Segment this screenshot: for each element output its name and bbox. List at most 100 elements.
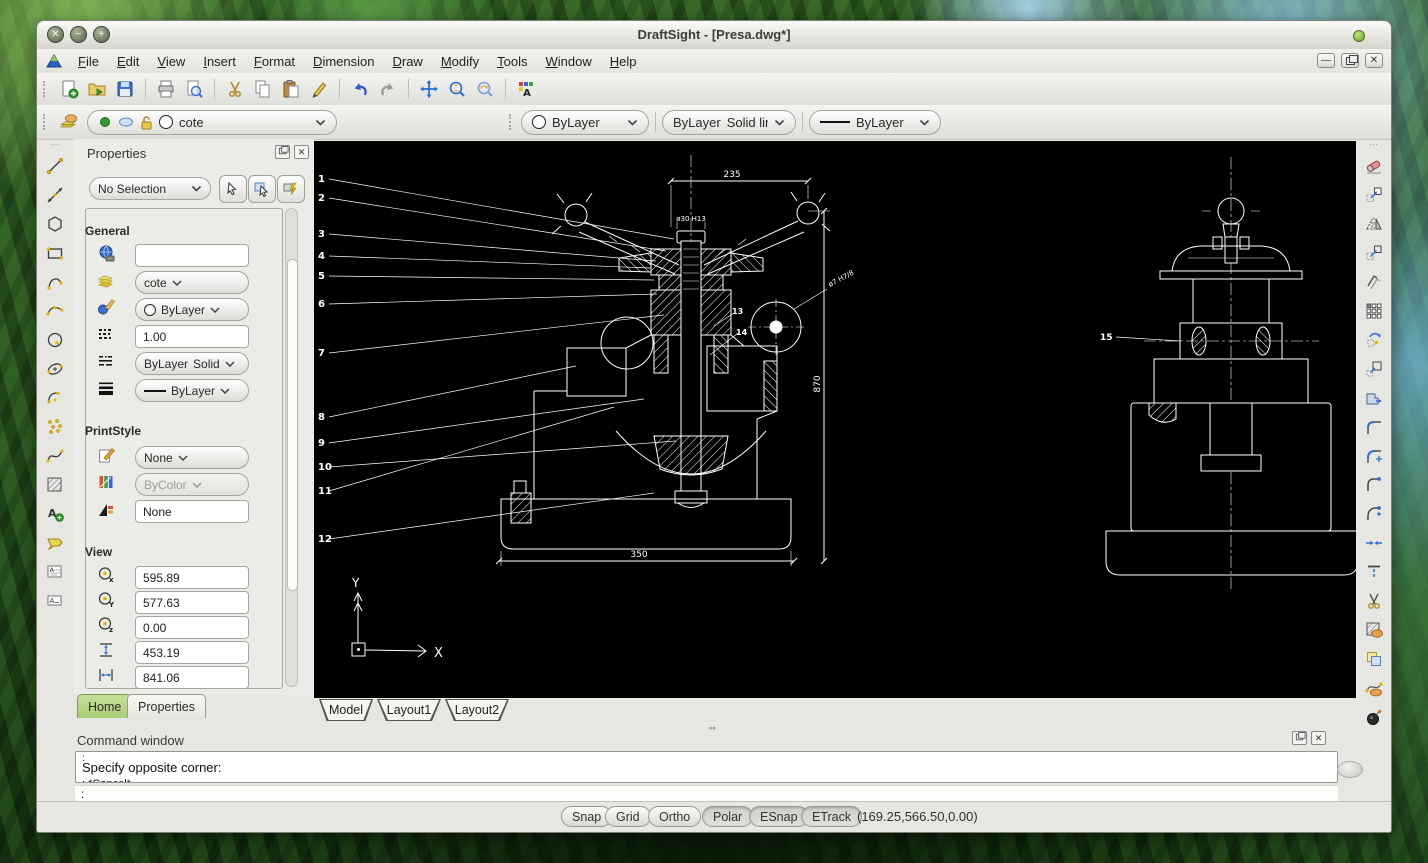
properties-restore-button[interactable]	[275, 145, 290, 159]
ortho-toggle[interactable]: Ortho	[648, 806, 702, 827]
split-tool[interactable]	[1360, 586, 1388, 615]
menu-dimension[interactable]: Dimension	[304, 52, 383, 71]
construction-line-tool[interactable]	[41, 180, 69, 209]
center-x-field[interactable]: 595.89	[135, 566, 249, 589]
scale-tool[interactable]	[1360, 354, 1388, 383]
toolbar-grip[interactable]	[509, 114, 514, 130]
linestyle-combobox[interactable]: ByLayer Solid line	[662, 109, 796, 135]
rectangle-tool[interactable]	[41, 238, 69, 267]
chamfer-angle-tool[interactable]	[1360, 499, 1388, 528]
zoom-previous-button[interactable]	[471, 76, 499, 102]
menu-window[interactable]: Window	[536, 52, 600, 71]
fillet-radius-tool[interactable]	[1360, 441, 1388, 470]
linescale-field[interactable]: 1.00	[135, 325, 249, 348]
arc-tool[interactable]	[41, 267, 69, 296]
quick-select-button[interactable]	[277, 175, 305, 203]
mdi-minimize-button[interactable]: —	[1317, 53, 1335, 68]
tab-layout2[interactable]: Layout2	[445, 699, 509, 721]
pattern-tool[interactable]	[1360, 296, 1388, 325]
options-button[interactable]: A	[512, 76, 540, 102]
properties-close-button[interactable]: ✕	[294, 145, 309, 159]
print-preview-button[interactable]	[180, 76, 208, 102]
toolbar-grip[interactable]	[43, 81, 48, 97]
sheets-tool[interactable]	[1360, 644, 1388, 673]
note-tool[interactable]: A	[41, 557, 69, 586]
zoom-dynamic-button[interactable]	[443, 76, 471, 102]
line-tool[interactable]	[41, 151, 69, 180]
redo-button[interactable]	[374, 76, 402, 102]
ellipse-tool[interactable]	[41, 354, 69, 383]
toolbar-grip[interactable]	[43, 114, 48, 130]
polar-toggle[interactable]: Polar	[702, 806, 754, 827]
save-button[interactable]	[111, 76, 139, 102]
copy-button[interactable]	[249, 76, 277, 102]
tab-home[interactable]: Home	[77, 694, 133, 718]
command-history[interactable]: : Specify opposite corner: : *Cancel*	[75, 751, 1338, 783]
view-width-field[interactable]: 841.06	[135, 666, 249, 689]
command-input[interactable]: :	[75, 785, 1338, 801]
copy-entity-tool[interactable]	[1360, 180, 1388, 209]
name-field[interactable]	[135, 244, 249, 267]
menu-insert[interactable]: Insert	[194, 52, 245, 71]
mdi-restore-button[interactable]	[1341, 53, 1359, 68]
linecolor-property-combobox[interactable]: ByLayer	[135, 298, 249, 321]
lineweight-combobox[interactable]: ByLayer	[809, 109, 941, 135]
lineweight-property-combobox[interactable]: ByLayer	[135, 379, 249, 402]
printcolor-combobox[interactable]: ByColor	[135, 473, 249, 496]
spline-tool[interactable]	[41, 441, 69, 470]
scrollbar-thumb[interactable]	[287, 259, 298, 591]
printtable-field[interactable]: None	[135, 500, 249, 523]
menu-edit[interactable]: Edit	[108, 52, 148, 71]
hatch-tool[interactable]	[41, 470, 69, 499]
layer-combobox[interactable]: cote	[87, 109, 337, 135]
menu-modify[interactable]: Modify	[432, 52, 488, 71]
paste-button[interactable]	[277, 76, 305, 102]
simple-note-tool[interactable]: A	[41, 586, 69, 615]
elliptical-arc-tool[interactable]	[41, 383, 69, 412]
properties-scrollbar[interactable]	[285, 208, 298, 687]
center-z-field[interactable]: 0.00	[135, 616, 249, 639]
linecolor-combobox[interactable]: ByLayer	[521, 109, 649, 135]
mirror-tool[interactable]	[1360, 209, 1388, 238]
cut-button[interactable]	[221, 76, 249, 102]
annotation-tool[interactable]: A	[41, 499, 69, 528]
printstyle-combobox[interactable]: None	[135, 446, 249, 469]
open-file-button[interactable]	[83, 76, 111, 102]
trim-tool[interactable]	[1360, 528, 1388, 557]
tab-layout1[interactable]: Layout1	[377, 699, 441, 721]
tab-properties[interactable]: Properties	[127, 694, 206, 718]
view-height-field[interactable]: 453.19	[135, 641, 249, 664]
select-entities-button[interactable]	[219, 175, 247, 203]
extend-tool[interactable]	[1360, 557, 1388, 586]
print-button[interactable]	[152, 76, 180, 102]
menu-tools[interactable]: Tools	[488, 52, 536, 71]
menu-format[interactable]: Format	[245, 52, 304, 71]
edit-polyline-tool[interactable]	[1360, 673, 1388, 702]
pan-button[interactable]	[415, 76, 443, 102]
explode-tool[interactable]	[1360, 702, 1388, 731]
move-tool[interactable]	[1360, 238, 1388, 267]
command-scroll-knob[interactable]	[1337, 761, 1363, 778]
circle-tool[interactable]	[41, 325, 69, 354]
command-restore-button[interactable]	[1292, 731, 1307, 745]
layers-manager-button[interactable]	[55, 109, 83, 135]
center-y-field[interactable]: 577.63	[135, 591, 249, 614]
menu-view[interactable]: View	[148, 52, 194, 71]
menu-file[interactable]: File	[69, 52, 108, 71]
select-matching-button[interactable]	[248, 175, 276, 203]
menu-help[interactable]: Help	[601, 52, 646, 71]
linestyle-property-combobox[interactable]: ByLayer Solid	[135, 352, 249, 375]
menu-draw[interactable]: Draw	[383, 52, 431, 71]
drawing-canvas[interactable]: 235 ø30 H13 ø7 H7/8 870 350 1 2 3 4 5 6 …	[314, 141, 1359, 698]
stretch-tool[interactable]	[1360, 383, 1388, 412]
grid-toggle[interactable]: Grid	[605, 806, 651, 827]
callout-tool[interactable]	[41, 528, 69, 557]
new-file-button[interactable]	[55, 76, 83, 102]
fillet-tool[interactable]	[1360, 412, 1388, 441]
polygon-tool[interactable]	[41, 209, 69, 238]
splitter-grip[interactable]: ▪▪	[709, 723, 715, 733]
selection-combobox[interactable]: No Selection	[89, 177, 211, 200]
esnap-toggle[interactable]: ESnap	[749, 806, 809, 827]
offset-tool[interactable]	[1360, 267, 1388, 296]
command-close-button[interactable]: ✕	[1311, 731, 1326, 745]
